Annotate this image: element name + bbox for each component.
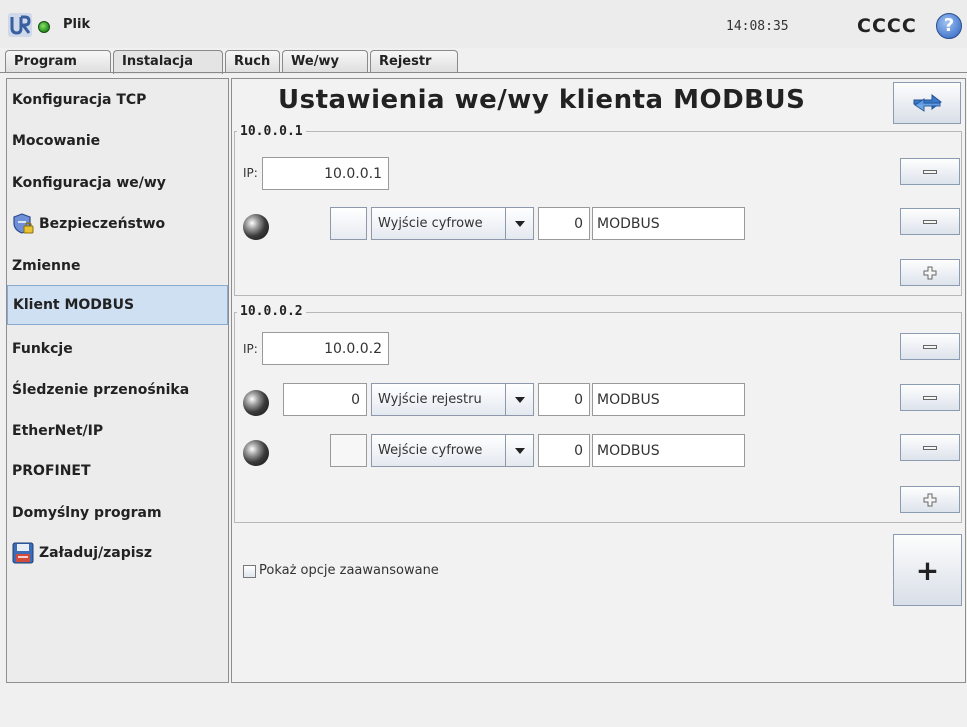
tab-we-wy[interactable]: We/wy bbox=[282, 50, 368, 73]
signal-type-select[interactable]: Wyjście cyfrowe bbox=[371, 207, 534, 240]
tab-instalacja[interactable]: Instalacja bbox=[113, 50, 223, 74]
signal-address-field[interactable]: 0 bbox=[538, 434, 590, 467]
sync-arrows-icon bbox=[913, 93, 942, 112]
advanced-options-checkbox[interactable] bbox=[243, 565, 256, 578]
tab-ruch[interactable]: Ruch bbox=[225, 50, 280, 73]
sidebar-item-profinet[interactable]: PROFINET bbox=[7, 450, 228, 491]
help-icon[interactable]: ? bbox=[936, 13, 962, 39]
sidebar-item-label: Domyślny program bbox=[12, 504, 162, 521]
page-title: Ustawienia we/wy klienta MODBUS bbox=[278, 85, 806, 115]
signal-value-field[interactable] bbox=[330, 207, 367, 240]
sidebar-item-io-setup[interactable]: Konfiguracja we/wy bbox=[7, 162, 228, 203]
sidebar-item-label: Konfiguracja TCP bbox=[12, 91, 147, 108]
sidebar-item-label: Konfiguracja we/wy bbox=[12, 174, 166, 191]
sidebar-item-label: Zmienne bbox=[12, 257, 81, 274]
signal-name-field[interactable]: MODBUS bbox=[592, 207, 745, 240]
refresh-button[interactable] bbox=[893, 82, 961, 124]
sidebar-item-label: PROFINET bbox=[12, 462, 91, 479]
safety-shield-icon bbox=[12, 212, 34, 235]
sidebar-item-label: Funkcje bbox=[12, 340, 73, 357]
ip-label: IP: bbox=[243, 166, 258, 180]
sidebar-item-label: EtherNet/IP bbox=[12, 422, 104, 439]
sidebar-item-ethernet-ip[interactable]: EtherNet/IP bbox=[7, 410, 228, 451]
signal-name-field[interactable]: MODBUS bbox=[592, 383, 745, 416]
top-bar: Plik 14:08:35 CCCC ? bbox=[0, 0, 967, 48]
sidebar-item-label: Śledzenie przenośnika bbox=[12, 381, 190, 398]
signal-address-field[interactable]: 0 bbox=[538, 207, 590, 240]
chevron-down-icon bbox=[505, 384, 533, 415]
remove-signal-button[interactable] bbox=[900, 208, 960, 235]
plus-icon bbox=[923, 266, 937, 279]
signal-value-field[interactable]: 0 bbox=[283, 383, 367, 416]
signal-name-field[interactable]: MODBUS bbox=[592, 434, 745, 467]
signal-type-value: Wejście cyfrowe bbox=[378, 443, 483, 458]
sidebar-item-load-save[interactable]: Załaduj/zapisz bbox=[7, 532, 228, 573]
sidebar-item-features[interactable]: Funkcje bbox=[7, 328, 228, 369]
floppy-disk-icon bbox=[12, 542, 34, 564]
server-group-title: 10.0.0.2 bbox=[237, 304, 306, 319]
sidebar-item-tcp[interactable]: Konfiguracja TCP bbox=[7, 79, 228, 120]
advanced-options-label: Pokaż opcje zaawansowane bbox=[259, 563, 439, 578]
signal-type-value: Wyjście rejestru bbox=[378, 392, 482, 407]
ip-label: IP: bbox=[243, 342, 258, 356]
remove-signal-button[interactable] bbox=[900, 434, 960, 461]
minus-icon bbox=[923, 445, 937, 450]
robot-status-icon[interactable] bbox=[38, 21, 50, 33]
chevron-down-icon bbox=[505, 208, 533, 239]
sidebar-item-variables[interactable]: Zmienne bbox=[7, 245, 228, 286]
minus-icon bbox=[923, 169, 937, 174]
add-signal-button[interactable] bbox=[900, 486, 960, 513]
tab-rejestr[interactable]: Rejestr bbox=[370, 50, 458, 73]
remove-signal-button[interactable] bbox=[900, 384, 960, 411]
remove-server-button[interactable] bbox=[900, 158, 960, 185]
server-group-title: 10.0.0.1 bbox=[237, 124, 306, 139]
sidebar-item-default-program[interactable]: Domyślny program bbox=[7, 492, 228, 533]
sidebar-item-safety[interactable]: Bezpieczeństwo bbox=[7, 203, 228, 244]
sidebar-item-modbus-client[interactable]: Klient MODBUS bbox=[7, 285, 228, 325]
minus-icon bbox=[923, 395, 937, 400]
sidebar-item-conveyor-tracking[interactable]: Śledzenie przenośnika bbox=[7, 369, 228, 410]
sidebar-item-label: Klient MODBUS bbox=[13, 297, 135, 313]
clock: 14:08:35 bbox=[726, 19, 789, 34]
sidebar-item-label: Bezpieczeństwo bbox=[39, 215, 166, 232]
server-ip-field[interactable]: 10.0.0.1 bbox=[262, 157, 389, 190]
sidebar-item-mounting[interactable]: Mocowanie bbox=[7, 120, 228, 161]
remove-server-button[interactable] bbox=[900, 333, 960, 360]
ur-logo-icon bbox=[8, 13, 32, 37]
tabs-divider bbox=[0, 72, 967, 73]
tab-program[interactable]: Program bbox=[5, 50, 111, 73]
add-modbus-client-button[interactable]: + bbox=[893, 534, 962, 606]
minus-icon bbox=[923, 219, 937, 224]
add-signal-button[interactable] bbox=[900, 259, 960, 286]
robot-name: CCCC bbox=[857, 15, 917, 37]
signal-value-field[interactable] bbox=[330, 434, 367, 467]
signal-type-select[interactable]: Wejście cyfrowe bbox=[371, 434, 534, 467]
server-ip-field[interactable]: 10.0.0.2 bbox=[262, 332, 389, 365]
signal-status-icon bbox=[243, 214, 269, 240]
sidebar-item-label: Mocowanie bbox=[12, 132, 101, 149]
minus-icon bbox=[923, 344, 937, 349]
signal-type-select[interactable]: Wyjście rejestru bbox=[371, 383, 534, 416]
signal-address-field[interactable]: 0 bbox=[538, 383, 590, 416]
sidebar-item-label: Załaduj/zapisz bbox=[39, 544, 153, 561]
signal-type-value: Wyjście cyfrowe bbox=[378, 216, 483, 231]
installation-sidebar: Konfiguracja TCP Mocowanie Konfiguracja … bbox=[6, 78, 229, 683]
signal-status-icon bbox=[243, 390, 269, 416]
signal-status-icon bbox=[243, 440, 269, 466]
file-menu[interactable]: Plik bbox=[63, 17, 90, 32]
plus-icon bbox=[923, 493, 937, 506]
chevron-down-icon bbox=[505, 435, 533, 466]
